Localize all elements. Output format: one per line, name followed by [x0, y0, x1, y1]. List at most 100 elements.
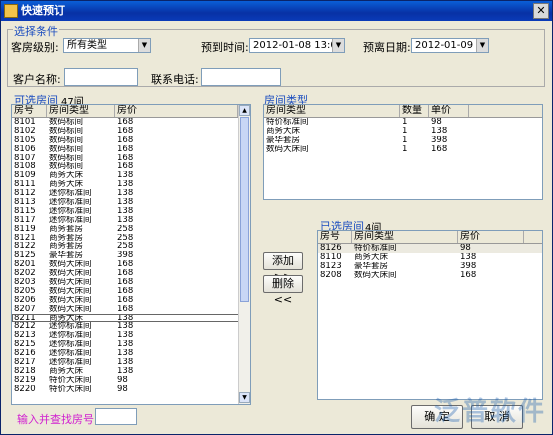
table-cell: 豪华套房 — [354, 261, 389, 271]
available-rooms-table[interactable]: 房号 房间类型 房价 8101 数码标间 168 8102 数码标间 168 8105 数码标… — [11, 104, 251, 405]
column-header[interactable]: 单价 — [429, 105, 469, 117]
table-row[interactable]: 8121 商务套房 258 — [12, 234, 250, 243]
table-cell: 商务大床 — [354, 252, 389, 262]
table-row[interactable]: 8212 迷你标准间 138 — [12, 322, 250, 331]
table-cell: 商务套房 — [49, 242, 84, 252]
table-cell: 138 — [117, 366, 134, 376]
window-icon — [4, 4, 18, 18]
column-header[interactable]: 房间类型 — [264, 105, 400, 117]
available-rooms-scrollbar[interactable]: ▲ ▼ — [238, 105, 250, 404]
table-row[interactable]: 8123 豪华套房 398 — [318, 262, 542, 271]
watermark-logo: 泛普软件 — [433, 397, 546, 427]
close-icon[interactable]: ✕ — [533, 3, 549, 19]
scroll-up-icon[interactable]: ▲ — [239, 105, 250, 116]
table-cell: 8109 — [14, 171, 36, 181]
table-row[interactable]: 8208 数码大床间 168 — [318, 271, 542, 280]
room-types-body: 特价标准间 1 98 商务大床 1 138 豪华套房 1 398 数码大床间 1 168 — [264, 118, 542, 154]
table-cell: 8106 — [14, 144, 36, 154]
table-cell: 98 — [117, 384, 128, 394]
table-row[interactable]: 8201 数码大床间 168 — [12, 260, 250, 269]
table-cell: 数码标间 — [49, 144, 84, 154]
selected-rooms-table[interactable]: 房号 房间类型 房价 8126 特价标准间 98 8110 商务大床 138 8123 豪华套… — [317, 230, 543, 400]
column-header[interactable]: 房价 — [115, 105, 238, 117]
table-row[interactable]: 8111 商务大床 138 — [12, 180, 250, 189]
customer-name-input[interactable] — [64, 68, 138, 86]
table-row[interactable]: 8216 迷你标准间 138 — [12, 349, 250, 358]
table-row[interactable]: 8105 数码标间 168 — [12, 136, 250, 145]
table-row[interactable]: 8125 豪华套房 398 — [12, 251, 250, 260]
column-header[interactable]: 房价 — [458, 231, 524, 243]
table-row[interactable]: 8117 迷你标准间 138 — [12, 216, 250, 225]
remove-button[interactable]: 删除 << — [263, 275, 303, 306]
table-cell: 1 — [402, 118, 408, 127]
room-search-input[interactable] — [95, 408, 137, 425]
table-cell: 168 — [117, 118, 134, 127]
chevron-down-icon[interactable]: ▼ — [138, 39, 150, 52]
column-header[interactable]: 数量 — [400, 105, 429, 117]
table-cell: 258 — [117, 233, 134, 243]
table-row[interactable]: 8211 商务大床 138 — [12, 313, 250, 323]
scroll-down-icon[interactable]: ▼ — [239, 392, 250, 403]
column-header[interactable]: 房间类型 — [352, 231, 458, 243]
table-row[interactable]: 8203 数码大床间 168 — [12, 278, 250, 287]
table-cell: 特价标准间 — [354, 244, 397, 253]
table-row[interactable]: 8102 数码标间 168 — [12, 127, 250, 136]
table-row[interactable]: 8213 迷你标准间 138 — [12, 331, 250, 340]
scroll-thumb[interactable] — [240, 117, 249, 302]
table-row[interactable]: 8215 迷你标准间 138 — [12, 340, 250, 349]
table-row[interactable]: 8126 特价标准间 98 — [318, 244, 542, 253]
column-header[interactable]: 房号 — [12, 105, 47, 117]
table-cell: 8203 — [14, 278, 36, 287]
add-button[interactable]: 添加 >> — [263, 252, 303, 283]
table-row[interactable]: 8219 特价大床间 98 — [12, 376, 250, 385]
table-row[interactable]: 8101 数码标间 168 — [12, 118, 250, 127]
column-header[interactable]: 房号 — [318, 231, 352, 243]
table-cell: 数码标间 — [49, 135, 84, 145]
table-row[interactable]: 豪华套房 1 398 — [264, 136, 542, 145]
table-cell: 数码大床间 — [49, 295, 92, 305]
arrive-time-picker[interactable]: 2012-01-08 13:03:04 ▼ — [249, 38, 345, 53]
table-cell: 数码大床间 — [49, 260, 92, 270]
table-row[interactable]: 8112 迷你标准间 138 — [12, 189, 250, 198]
table-row[interactable]: 8108 数码标间 168 — [12, 162, 250, 171]
table-row[interactable]: 8202 数码大床间 168 — [12, 269, 250, 278]
table-cell: 138 — [117, 189, 134, 199]
room-level-select[interactable]: 所有类型 ▼ — [63, 38, 151, 53]
table-row[interactable]: 8119 商务套房 258 — [12, 225, 250, 234]
table-row[interactable]: 8220 特价大床间 98 — [12, 385, 250, 394]
table-row[interactable]: 8122 商务套房 258 — [12, 242, 250, 251]
table-cell: 迷你标准间 — [49, 206, 92, 216]
table-cell: 138 — [460, 252, 477, 262]
window-title: 快速预订 — [21, 4, 65, 17]
table-row[interactable]: 8115 迷你标准间 138 — [12, 207, 250, 216]
table-cell: 138 — [117, 313, 134, 323]
table-row[interactable]: 8218 商务大床 138 — [12, 367, 250, 376]
chevron-down-icon[interactable]: ▼ — [476, 39, 488, 52]
table-row[interactable]: 8110 商务大床 138 — [318, 253, 542, 262]
table-row[interactable]: 特价标准间 1 98 — [264, 118, 542, 127]
table-row[interactable]: 商务大床 1 138 — [264, 127, 542, 136]
table-row[interactable]: 8109 商务大床 138 — [12, 171, 250, 180]
room-types-table[interactable]: 房间类型 数量 单价 特价标准间 1 98 商务大床 1 138 豪华套房 1 398 数码大床间… — [263, 104, 543, 200]
table-cell: 迷你标准间 — [49, 215, 92, 225]
table-row[interactable]: 8205 数码大床间 168 — [12, 287, 250, 296]
table-row[interactable]: 8217 迷你标准间 138 — [12, 358, 250, 367]
table-row[interactable]: 8113 迷你标准间 138 — [12, 198, 250, 207]
table-row[interactable]: 8106 数码标间 168 — [12, 145, 250, 154]
table-cell: 特价大床间 — [49, 384, 92, 394]
table-cell: 138 — [117, 331, 134, 341]
table-cell: 168 — [117, 126, 134, 136]
leave-date-picker[interactable]: 2012-01-09 ▼ — [411, 38, 489, 53]
table-row[interactable]: 8107 数码标间 168 — [12, 154, 250, 163]
table-row[interactable]: 8207 数码大床间 168 — [12, 305, 250, 314]
table-row[interactable]: 数码大床间 1 168 — [264, 145, 542, 154]
table-cell: 数码标间 — [49, 126, 84, 136]
table-cell: 8202 — [14, 269, 36, 279]
table-cell: 8102 — [14, 126, 36, 136]
table-cell: 商务大床 — [49, 313, 84, 323]
chevron-down-icon[interactable]: ▼ — [332, 39, 344, 52]
table-cell: 8126 — [320, 244, 342, 253]
column-header[interactable]: 房间类型 — [47, 105, 115, 117]
phone-input[interactable] — [201, 68, 281, 86]
table-row[interactable]: 8206 数码大床间 168 — [12, 296, 250, 305]
